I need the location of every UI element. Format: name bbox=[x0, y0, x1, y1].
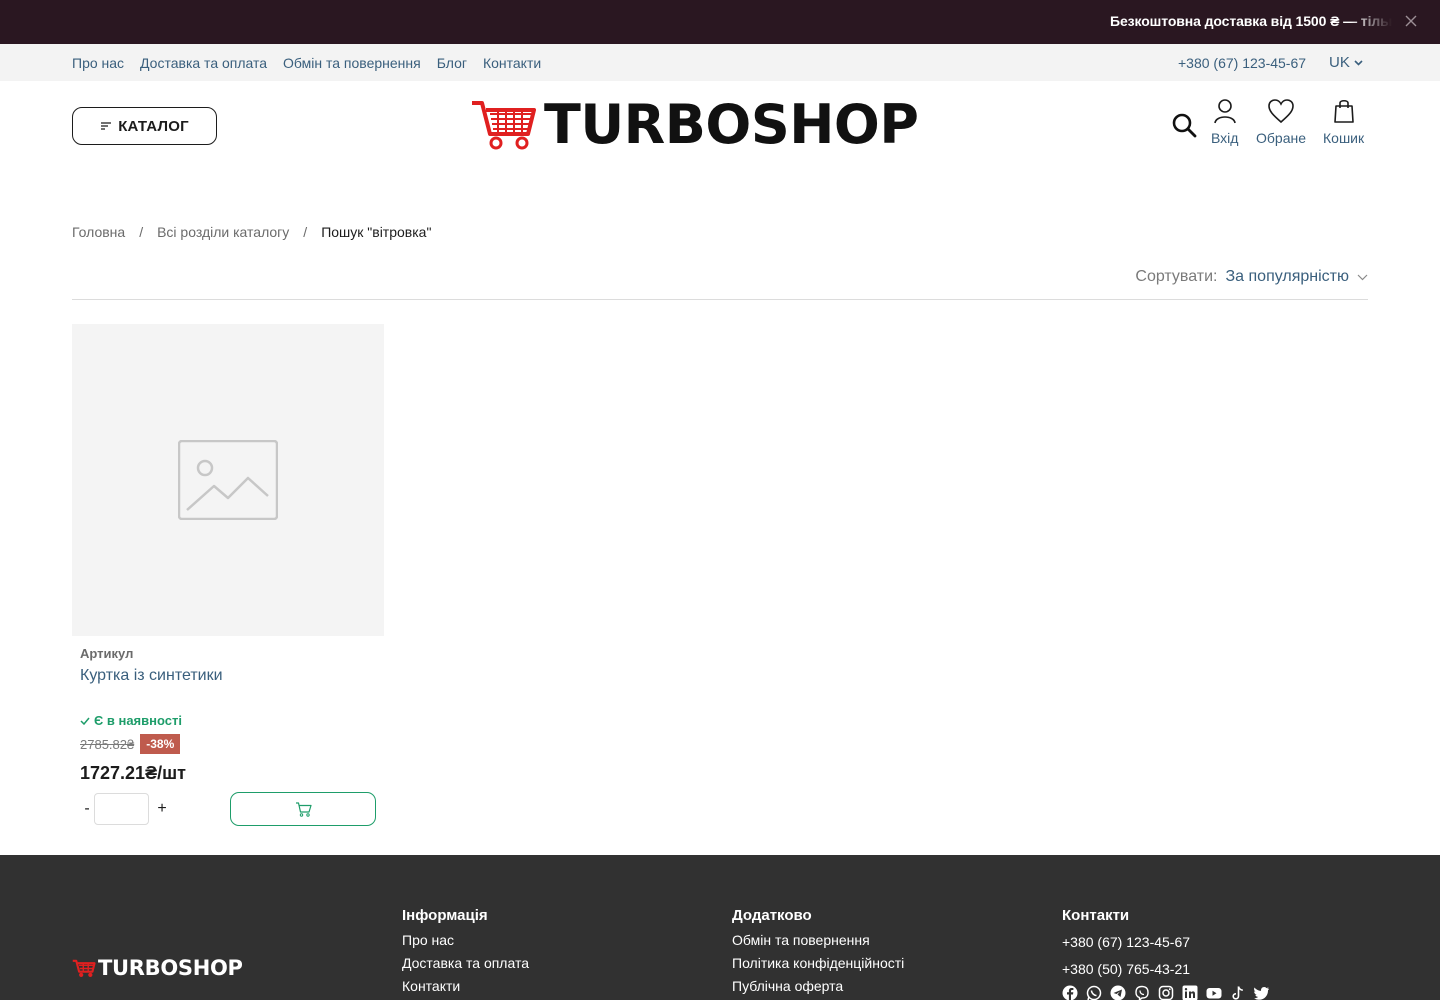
footer-info-column: Інформація Про нас Доставка та оплата Ко… bbox=[402, 907, 529, 1000]
product-name-link[interactable]: Куртка із синтетики bbox=[80, 667, 376, 685]
user-icon bbox=[1213, 99, 1236, 124]
stock-status: Є в наявності bbox=[80, 713, 376, 728]
promo-text: Безкоштовна доставка від 1500 ₴ — тільки… bbox=[1110, 13, 1392, 29]
linkedin-icon[interactable] bbox=[1182, 985, 1198, 1000]
youtube-icon[interactable] bbox=[1206, 985, 1222, 1000]
footer-extra-column: Додатково Обмін та повернення Політика к… bbox=[732, 907, 904, 1000]
catalog-label: КАТАЛОГ bbox=[118, 117, 189, 135]
sort-value: За популярністю bbox=[1225, 268, 1350, 285]
viber-icon[interactable] bbox=[1134, 985, 1150, 1000]
social-links bbox=[1062, 985, 1270, 1000]
close-icon[interactable] bbox=[1404, 14, 1418, 28]
buy-row: - + bbox=[80, 792, 376, 826]
quantity-input[interactable] bbox=[94, 793, 149, 825]
footer-logo-text: TURBOSHOP bbox=[98, 956, 243, 980]
footer-link-contacts[interactable]: Контакти bbox=[402, 978, 529, 994]
whatsapp-icon[interactable] bbox=[1086, 985, 1102, 1000]
stock-label: Є в наявності bbox=[94, 713, 182, 728]
divider bbox=[72, 299, 1368, 300]
breadcrumb-separator: / bbox=[303, 224, 308, 240]
image-placeholder-icon bbox=[178, 440, 278, 520]
shopping-cart-logo-icon bbox=[72, 959, 96, 977]
catalog-button[interactable]: КАТАЛОГ bbox=[72, 107, 217, 145]
top-bar: Про нас Доставка та оплата Обмін та пове… bbox=[0, 44, 1440, 81]
breadcrumb-catalog[interactable]: Всі розділи каталогу bbox=[157, 224, 289, 240]
add-to-cart-button[interactable] bbox=[230, 792, 376, 826]
sort-dropdown[interactable]: За популярністю bbox=[1226, 268, 1369, 286]
footer-extra-title: Додатково bbox=[732, 907, 812, 924]
language-selector[interactable]: UK bbox=[1329, 54, 1363, 71]
shopping-cart-icon bbox=[295, 801, 312, 817]
chevron-down-icon bbox=[1354, 59, 1363, 66]
product-sku: Артикул bbox=[80, 646, 134, 661]
footer-contacts-title: Контакти bbox=[1062, 907, 1130, 924]
footer-link-privacy[interactable]: Політика конфіденційності bbox=[732, 955, 904, 971]
site-logo[interactable]: TURBOSHOP bbox=[470, 93, 919, 156]
telegram-icon[interactable] bbox=[1110, 985, 1126, 1000]
favorites-label: Обране bbox=[1256, 130, 1306, 146]
current-price: 1727.21₴/шт bbox=[80, 763, 186, 783]
language-label: UK bbox=[1329, 54, 1350, 71]
facebook-icon[interactable] bbox=[1062, 985, 1078, 1000]
footer-link-about[interactable]: Про нас bbox=[402, 932, 529, 948]
login-label: Вхід bbox=[1211, 130, 1239, 146]
shopping-cart-logo-icon bbox=[472, 101, 536, 150]
top-nav: Про нас Доставка та оплата Обмін та пове… bbox=[72, 55, 541, 71]
filter-lines-icon bbox=[101, 122, 112, 130]
breadcrumb: Головна / Всі розділи каталогу / Пошук "… bbox=[72, 224, 431, 240]
footer-phone-2[interactable]: +380 (50) 765-43-21 bbox=[1062, 961, 1270, 977]
product-image[interactable] bbox=[72, 324, 384, 636]
breadcrumb-current: Пошук "вітровка" bbox=[321, 224, 432, 240]
top-nav-about[interactable]: Про нас bbox=[72, 55, 124, 71]
footer: TURBOSHOP Інформація Про нас Доставка та… bbox=[0, 855, 1440, 1000]
footer-logo[interactable]: TURBOSHOP bbox=[72, 956, 243, 980]
tiktok-icon[interactable] bbox=[1230, 985, 1246, 1000]
logo-text: TURBOSHOP bbox=[544, 93, 919, 156]
qty-increase-button[interactable]: + bbox=[155, 800, 169, 818]
promo-bar: Безкоштовна доставка від 1500 ₴ — тільки… bbox=[0, 0, 1440, 44]
footer-phone-1[interactable]: +380 (67) 123-45-67 bbox=[1062, 934, 1270, 950]
instagram-icon[interactable] bbox=[1158, 985, 1174, 1000]
cart-label: Кошик bbox=[1323, 130, 1365, 146]
cart-button[interactable]: Кошик bbox=[1323, 98, 1364, 146]
old-price: 2785.82₴ bbox=[80, 736, 135, 752]
footer-contacts-column: Контакти +380 (67) 123-45-67 +380 (50) 7… bbox=[1062, 907, 1270, 1000]
discount-badge: -38% bbox=[140, 734, 181, 754]
product-info: Артикул Куртка із синтетики Є в наявност… bbox=[72, 646, 384, 826]
checkmark-icon bbox=[80, 717, 90, 725]
chevron-down-icon bbox=[1357, 274, 1368, 280]
footer-link-exchange[interactable]: Обмін та повернення bbox=[732, 932, 904, 948]
price-row: 2785.82₴ -38% bbox=[80, 734, 376, 754]
login-button[interactable]: Вхід bbox=[1211, 98, 1238, 146]
sort-control: Сортувати: За популярністю bbox=[1135, 268, 1368, 286]
search-icon bbox=[1172, 113, 1197, 138]
top-nav-delivery[interactable]: Доставка та оплата bbox=[140, 55, 267, 71]
top-phone-link[interactable]: +380 (67) 123-45-67 bbox=[1178, 55, 1306, 71]
breadcrumb-separator: / bbox=[139, 224, 144, 240]
top-nav-blog[interactable]: Блог bbox=[437, 55, 467, 71]
sort-label: Сортувати: bbox=[1135, 268, 1218, 285]
favorites-button[interactable]: Обране bbox=[1256, 98, 1306, 146]
breadcrumb-home[interactable]: Головна bbox=[72, 224, 125, 240]
heart-icon bbox=[1268, 99, 1294, 124]
product-card: Артикул Куртка із синтетики Є в наявност… bbox=[72, 324, 384, 826]
qty-decrease-button[interactable]: - bbox=[80, 800, 94, 818]
top-nav-exchange[interactable]: Обмін та повернення bbox=[283, 55, 421, 71]
shopping-bag-icon bbox=[1333, 99, 1354, 123]
search-button[interactable] bbox=[1171, 112, 1197, 143]
footer-link-delivery[interactable]: Доставка та оплата bbox=[402, 955, 529, 971]
footer-info-title: Інформація bbox=[402, 907, 488, 924]
footer-link-offer[interactable]: Публічна оферта bbox=[732, 978, 904, 994]
top-nav-contacts[interactable]: Контакти bbox=[483, 55, 541, 71]
twitter-icon[interactable] bbox=[1254, 985, 1270, 1000]
